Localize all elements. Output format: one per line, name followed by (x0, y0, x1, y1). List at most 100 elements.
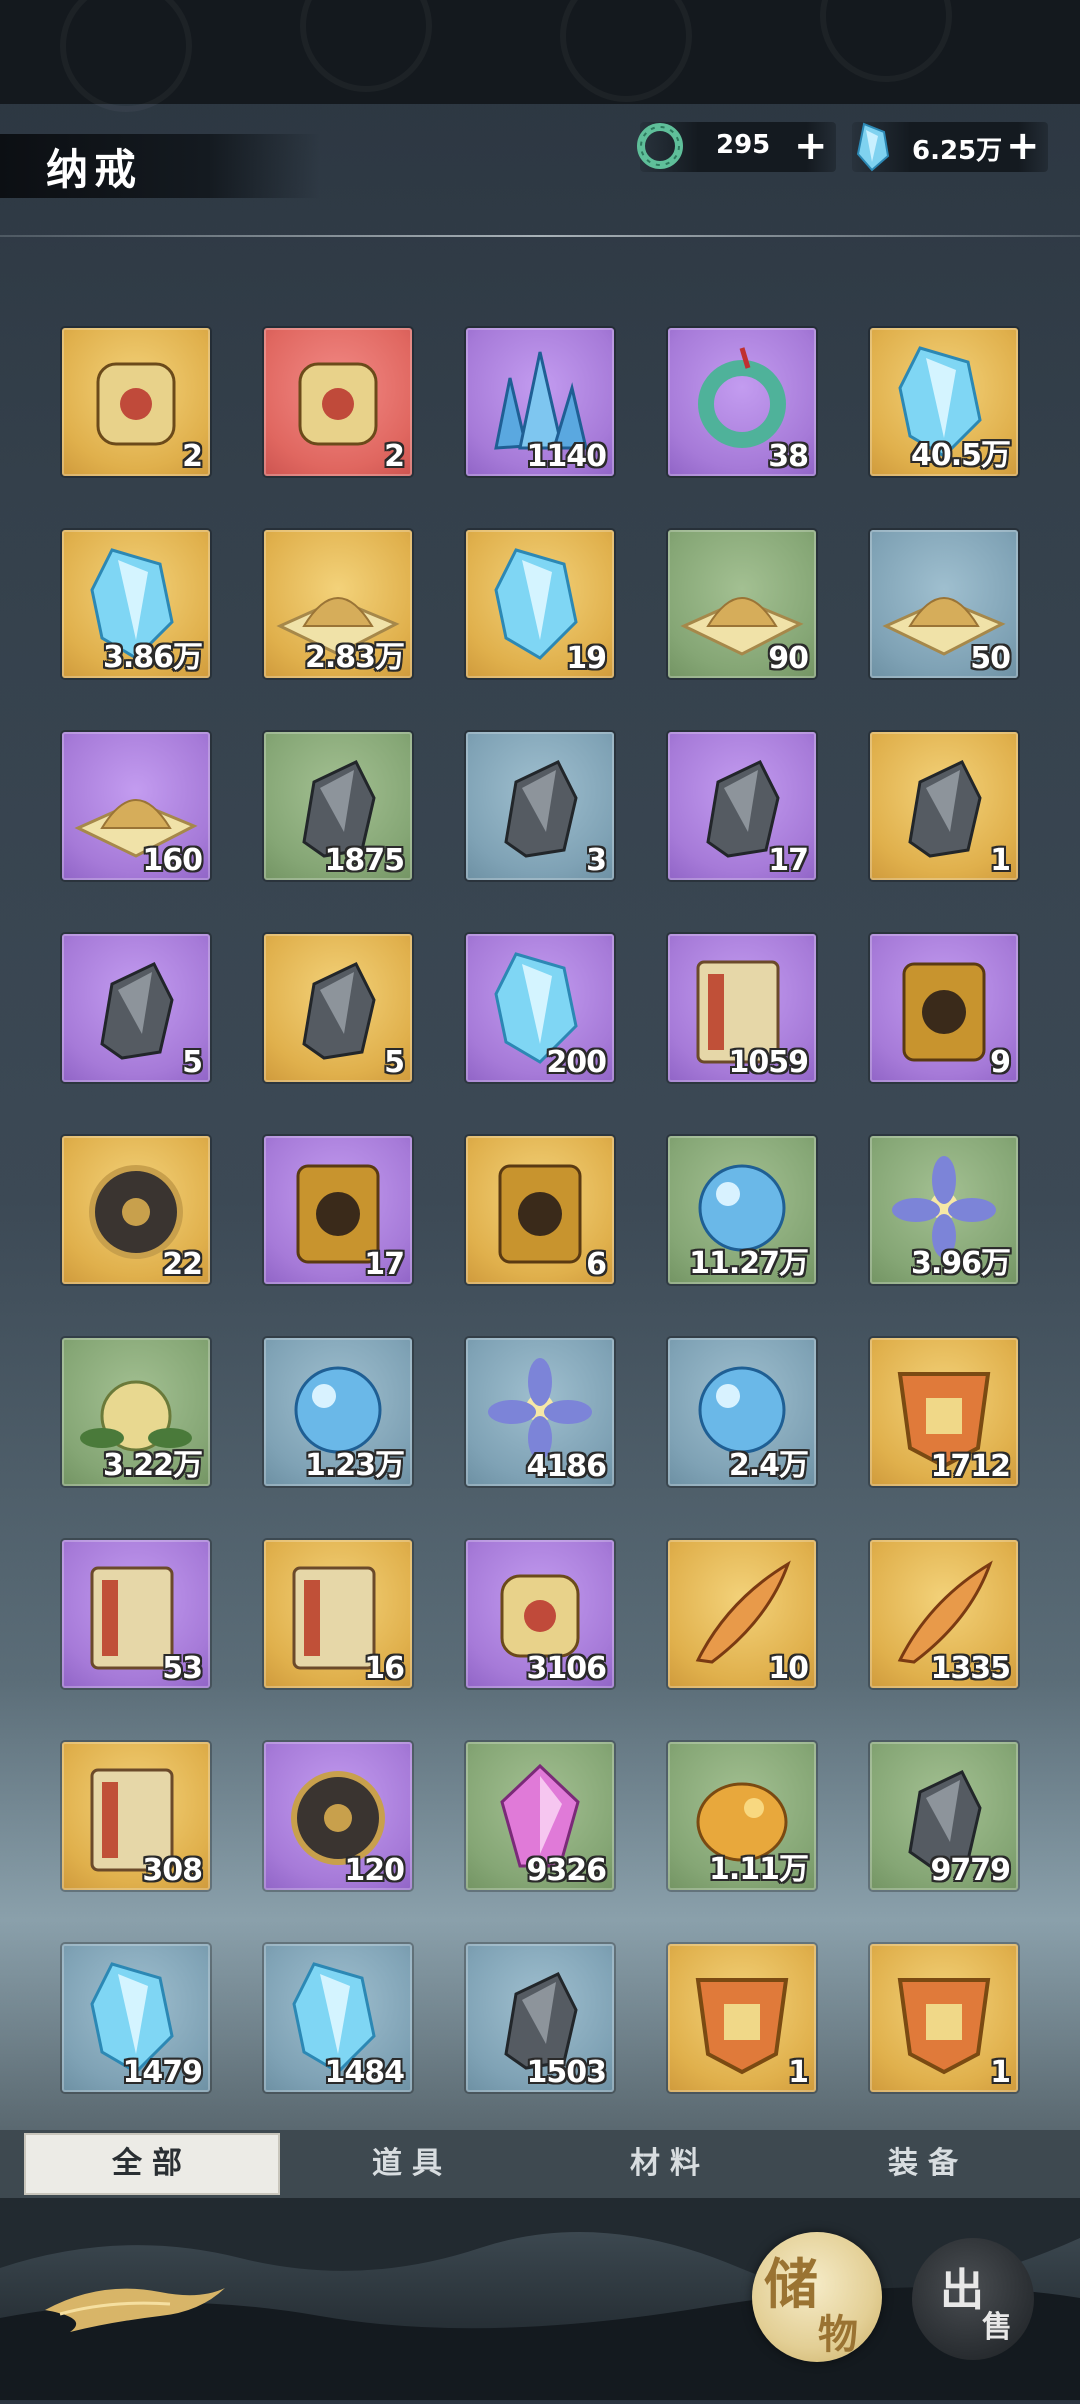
item-count: 2.4万 (728, 1448, 809, 1483)
inventory-item[interactable]: 2.83万 (264, 530, 412, 678)
inventory-item[interactable]: 11.27万 (668, 1136, 816, 1284)
item-count: 200 (546, 1045, 607, 1080)
inventory-item[interactable]: 1059 (668, 934, 816, 1082)
item-count: 1 (788, 2055, 809, 2090)
inventory-item[interactable]: 1503 (466, 1944, 614, 2092)
inventory-item[interactable]: 6 (466, 1136, 614, 1284)
inventory-item[interactable]: 40.5万 (870, 328, 1018, 476)
tab-props[interactable]: 道具 (284, 2133, 540, 2195)
inventory-item[interactable]: 19 (466, 530, 614, 678)
storage-label-1: 储 (764, 2252, 818, 2316)
item-count: 2.83万 (304, 640, 405, 675)
inventory-item[interactable]: 2 (62, 328, 210, 476)
item-count: 1140 (526, 439, 607, 474)
item-count: 40.5万 (910, 438, 1011, 473)
golden-fish-emblem-icon (45, 2288, 225, 2332)
inventory-item[interactable]: 3.86万 (62, 530, 210, 678)
inventory-item[interactable]: 1 (668, 1944, 816, 2092)
inventory-item[interactable]: 1875 (264, 732, 412, 880)
inventory-item[interactable]: 17 (668, 732, 816, 880)
item-count: 1.23万 (304, 1448, 405, 1483)
crystal-currency-display: 6.25万 + (852, 122, 1048, 172)
item-count: 1484 (324, 2055, 405, 2090)
inventory-item[interactable]: 3 (466, 732, 614, 880)
tab-all[interactable]: 全部 (24, 2133, 280, 2195)
inventory-item[interactable]: 308 (62, 1742, 210, 1890)
item-count: 9326 (526, 1853, 607, 1888)
add-jade-button[interactable]: + (794, 124, 828, 168)
inventory-item[interactable]: 1140 (466, 328, 614, 476)
item-count: 9779 (930, 1853, 1011, 1888)
item-count: 160 (142, 843, 203, 878)
inventory-item[interactable]: 53 (62, 1540, 210, 1688)
item-count: 17 (768, 843, 809, 878)
item-count: 2 (182, 439, 203, 474)
jade-amount: 295 (716, 130, 771, 160)
sell-label-2: 售 (982, 2310, 1012, 2345)
item-count: 6 (586, 1247, 607, 1282)
cloud-swirl-decoration (60, 0, 192, 112)
inventory-item[interactable]: 1 (870, 732, 1018, 880)
inventory-item[interactable]: 3.96万 (870, 1136, 1018, 1284)
inventory-item[interactable]: 2 (264, 328, 412, 476)
item-count: 11.27万 (689, 1246, 809, 1281)
item-count: 3 (586, 843, 607, 878)
sell-label-1: 出 (940, 2265, 984, 2316)
inventory-item[interactable]: 10 (668, 1540, 816, 1688)
item-count: 1 (990, 843, 1011, 878)
inventory-item[interactable]: 22 (62, 1136, 210, 1284)
inventory-item[interactable]: 1.11万 (668, 1742, 816, 1890)
inventory-item[interactable]: 1335 (870, 1540, 1018, 1688)
inventory-item[interactable]: 1.23万 (264, 1338, 412, 1486)
cloud-swirl-decoration (820, 0, 952, 82)
item-count: 16 (364, 1651, 405, 1686)
cloud-swirl-decoration (560, 0, 692, 102)
inventory-item[interactable]: 38 (668, 328, 816, 476)
add-crystal-button[interactable]: + (1006, 124, 1040, 168)
inventory-item[interactable]: 200 (466, 934, 614, 1082)
header-divider (0, 235, 1080, 237)
inventory-item[interactable]: 9326 (466, 1742, 614, 1890)
tab-materials[interactable]: 材料 (542, 2133, 798, 2195)
sell-button[interactable]: 出 售 (912, 2238, 1034, 2360)
inventory-item[interactable]: 1484 (264, 1944, 412, 2092)
inventory-item[interactable]: 4186 (466, 1338, 614, 1486)
tab-equipment[interactable]: 装备 (800, 2133, 1056, 2195)
item-count: 1479 (122, 2055, 203, 2090)
inventory-item[interactable]: 3106 (466, 1540, 614, 1688)
item-count: 4186 (526, 1449, 607, 1484)
storage-label-2: 物 (818, 2311, 858, 2358)
inventory-item[interactable]: 5 (62, 934, 210, 1082)
item-count: 5 (182, 1045, 203, 1080)
item-count: 308 (142, 1853, 203, 1888)
inventory-item[interactable]: 9779 (870, 1742, 1018, 1890)
blue-crystal-icon (856, 122, 890, 172)
item-count: 3.96万 (910, 1246, 1011, 1281)
inventory-item[interactable]: 2.4万 (668, 1338, 816, 1486)
item-count: 3.22万 (102, 1448, 203, 1483)
inventory-item[interactable]: 5 (264, 934, 412, 1082)
page-title: 纳戒 (46, 145, 143, 194)
inventory-item[interactable]: 1712 (870, 1338, 1018, 1486)
item-count: 1335 (930, 1651, 1011, 1686)
item-count: 120 (344, 1853, 405, 1888)
inventory-item[interactable]: 1 (870, 1944, 1018, 2092)
inventory-item[interactable]: 17 (264, 1136, 412, 1284)
top-decorative-band (0, 0, 1080, 112)
inventory-item[interactable]: 160 (62, 732, 210, 880)
inventory-item[interactable]: 50 (870, 530, 1018, 678)
item-count: 1059 (728, 1045, 809, 1080)
inventory-item[interactable]: 120 (264, 1742, 412, 1890)
inventory-item[interactable]: 1479 (62, 1944, 210, 2092)
item-count: 53 (162, 1651, 203, 1686)
inventory-item[interactable]: 90 (668, 530, 816, 678)
storage-button[interactable]: 储 物 (752, 2232, 882, 2362)
inventory-item[interactable]: 9 (870, 934, 1018, 1082)
item-count: 3.86万 (102, 640, 203, 675)
inventory-item[interactable]: 3.22万 (62, 1338, 210, 1486)
cloud-swirl-decoration (300, 0, 432, 92)
item-count: 9 (990, 1045, 1011, 1080)
inventory-item[interactable]: 16 (264, 1540, 412, 1688)
item-count: 90 (768, 641, 809, 676)
item-count: 19 (566, 641, 607, 676)
